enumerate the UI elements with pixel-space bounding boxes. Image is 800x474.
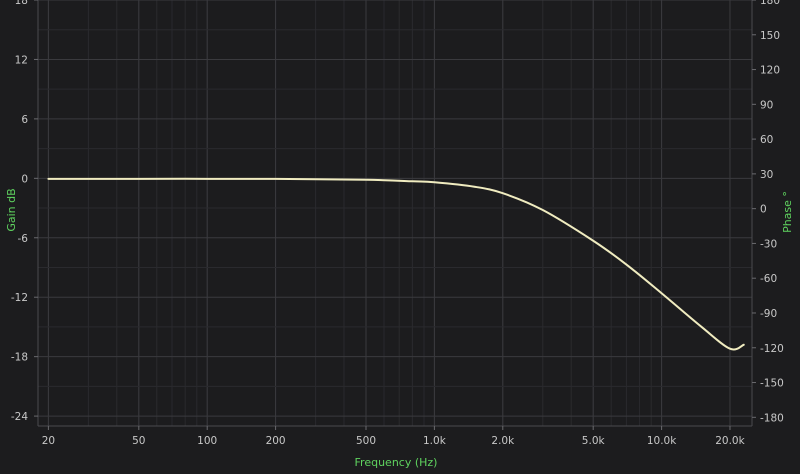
y-left-tick-label: -24 bbox=[11, 411, 28, 423]
x-tick-label: 200 bbox=[266, 435, 286, 447]
x-tick-label: 100 bbox=[197, 435, 217, 447]
x-tick-label: 2.0k bbox=[491, 435, 515, 447]
y-left-tick-label: 6 bbox=[21, 114, 28, 126]
bode-plot: 20 50 100 200 500 1.0k 2.0k 5.0k 10.0k 20.0k 18 12 6… bbox=[0, 0, 800, 474]
axes: 20 50 100 200 500 1.0k 2.0k 5.0k 10.0k 20.0k 18 12 6… bbox=[11, 0, 784, 447]
x-tick-label: 500 bbox=[356, 435, 376, 447]
x-tick-label: 20 bbox=[42, 435, 55, 447]
y-left-tick-label: -18 bbox=[11, 352, 28, 364]
y-right-tick-label: -60 bbox=[760, 273, 777, 285]
x-tick-label: 1.0k bbox=[423, 435, 447, 447]
y-right-tick-label: -150 bbox=[760, 378, 784, 390]
x-tick-label: 5.0k bbox=[582, 435, 606, 447]
y-right-tick-label: -120 bbox=[760, 343, 784, 355]
grid bbox=[38, 0, 752, 426]
y-right-tick-label: -30 bbox=[760, 238, 777, 250]
x-axis-title: Frequency (Hz) bbox=[355, 456, 438, 469]
y-right-tick-label: 0 bbox=[760, 204, 767, 216]
x-tick-label: 50 bbox=[132, 435, 145, 447]
y-right-tick-label: 30 bbox=[760, 169, 773, 181]
x-tick-label: 10.0k bbox=[647, 435, 677, 447]
y-right-tick-label: 150 bbox=[760, 30, 780, 42]
y-left-tick-label: -12 bbox=[11, 292, 28, 304]
x-tick-label: 20.0k bbox=[715, 435, 745, 447]
y-left-tick-label: 12 bbox=[15, 54, 28, 66]
y-right-tick-label: -90 bbox=[760, 308, 777, 320]
y-right-tick-label: 180 bbox=[760, 0, 780, 7]
y-right-tick-label: 120 bbox=[760, 65, 780, 77]
y-left-tick-label: 18 bbox=[15, 0, 28, 7]
y-right-tick-label: 90 bbox=[760, 99, 773, 111]
y-left-axis-title: Gain dB bbox=[5, 188, 18, 231]
y-left-tick-label: -6 bbox=[18, 233, 29, 245]
y-right-tick-label: -180 bbox=[760, 412, 784, 424]
y-left-tick-label: 0 bbox=[21, 173, 28, 185]
y-right-axis-title: Phase ° bbox=[781, 191, 794, 233]
y-right-tick-label: 60 bbox=[760, 134, 773, 146]
gain-phase-chart: 20 50 100 200 500 1.0k 2.0k 5.0k 10.0k 20.0k 18 12 6… bbox=[5, 0, 794, 469]
